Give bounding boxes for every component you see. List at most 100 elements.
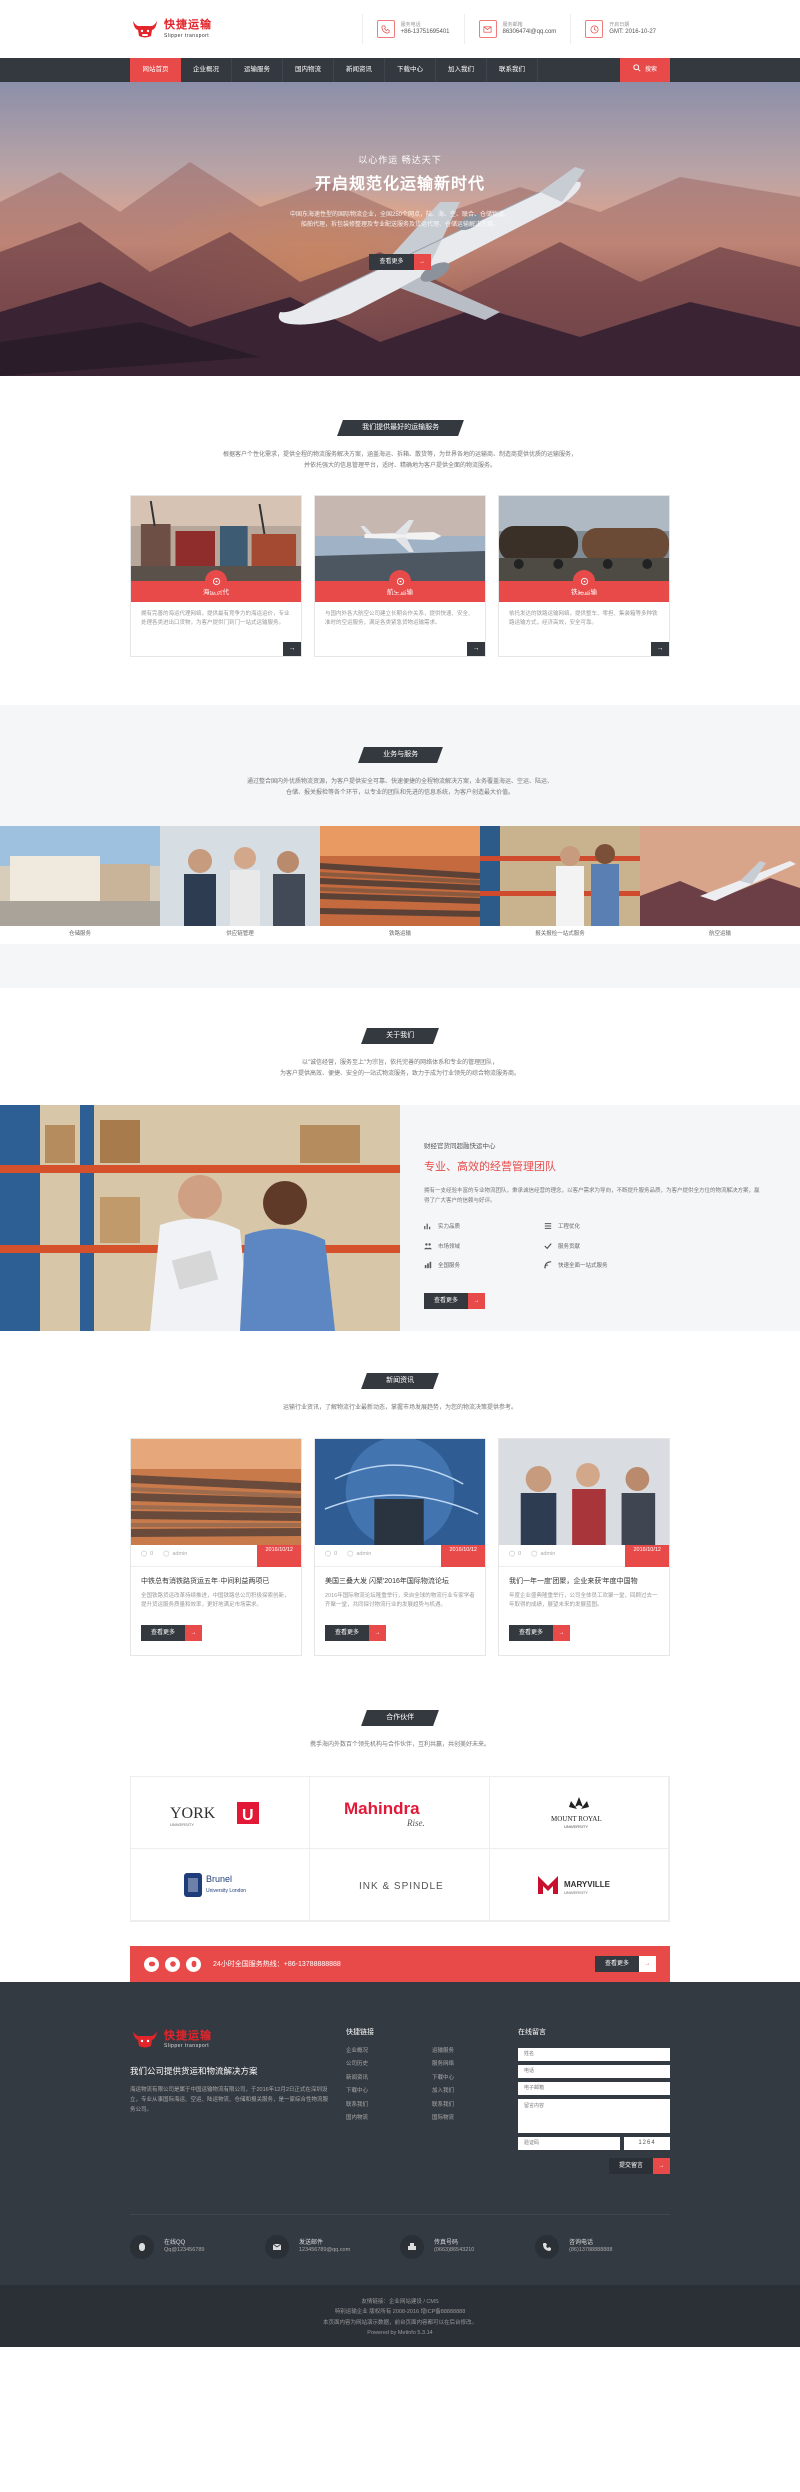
business-label: 铁路运输 bbox=[388, 931, 411, 938]
service-card-rail[interactable]: 铁路运输 依托发达的铁路运输网络，提供整车、零担、集装箱等多种铁路运输方式，经济… bbox=[498, 495, 670, 657]
arrow-right-icon[interactable]: → bbox=[467, 642, 485, 656]
news-more-button[interactable]: 查看更多 → bbox=[509, 1624, 571, 1641]
news-title[interactable]: 我们一年一度'团聚，企业来获'年度中国物 bbox=[499, 1567, 669, 1586]
arrow-right-icon: → bbox=[369, 1624, 387, 1641]
arrow-right-icon[interactable]: → bbox=[283, 642, 301, 656]
news-more-button[interactable]: 查看更多 → bbox=[141, 1624, 203, 1641]
footer-contact-mail[interactable]: 发送邮件 123456789@qq.com bbox=[265, 2234, 400, 2259]
nav-item-contact[interactable]: 联系我们 bbox=[487, 58, 538, 82]
comment-icon: ◯ bbox=[325, 1551, 332, 1558]
email-field[interactable]: 电子邮箱 bbox=[518, 2081, 670, 2095]
partner-logo-maryville[interactable]: MARYVILLE UNIVERSITY bbox=[489, 1849, 669, 1922]
business-item[interactable]: 报关报检一站式服务 bbox=[480, 826, 640, 944]
section-title: 我们提供最好的运输服务 bbox=[130, 420, 670, 436]
user-icon: ◯ bbox=[531, 1551, 538, 1558]
footer: 快捷运输 Slipper transport 我们公司提供货运和物流解决方案 海运… bbox=[0, 1982, 800, 2347]
hero-more-button[interactable]: 查看更多 → bbox=[369, 254, 431, 271]
captcha-field[interactable]: 验证码 bbox=[518, 2136, 620, 2150]
news-card[interactable]: ◯ 0 ◯ admin 2016/10/12 我们一年一度'团聚，企业来获'年度中国物 … bbox=[498, 1437, 670, 1656]
check-icon bbox=[544, 1242, 552, 1253]
partner-logo-brunel[interactable]: Brunel University London bbox=[131, 1849, 311, 1922]
footer-link[interactable]: 下载中心 bbox=[346, 2088, 420, 2095]
footer-link[interactable]: 运输服务 bbox=[432, 2048, 506, 2055]
hotline-more-button[interactable]: 查看更多 → bbox=[594, 1956, 656, 1973]
footer-contact-phone[interactable]: 咨询电话 (86)13788888888 bbox=[535, 2234, 670, 2259]
business-item[interactable]: 供应链管理 bbox=[160, 826, 320, 944]
partner-logo-mount-royal[interactable]: MOUNT ROYAL UNIVERSITY bbox=[489, 1777, 669, 1850]
about-section: 关于我们 以"诚信经营，服务至上"为宗旨，依托完善的网络体系和专业的管理团队， … bbox=[0, 988, 800, 1331]
footer-link[interactable]: 国内物流 bbox=[346, 2115, 420, 2122]
business-label: 航空运输 bbox=[708, 931, 731, 938]
business-item[interactable]: 仓储服务 bbox=[0, 826, 160, 944]
partner-logo-ink-spindle[interactable]: INK & SPINDLE bbox=[310, 1849, 490, 1922]
service-card-sea[interactable]: 海运货代 拥有完善的海运代理网络，提供最有竞争力的海运运价，专业处理各类进出口货… bbox=[130, 495, 302, 657]
phone-field[interactable]: 电话 bbox=[518, 2064, 670, 2078]
business-item[interactable]: 铁路运输 bbox=[320, 826, 480, 944]
message-field[interactable]: 留言内容 bbox=[518, 2098, 670, 2133]
weibo-icon[interactable] bbox=[165, 1956, 180, 1972]
svg-text:UNIVERSITY: UNIVERSITY bbox=[564, 1890, 588, 1895]
svg-text:U: U bbox=[242, 1807, 254, 1824]
footer-logo[interactable]: 快捷运输 Slipper transport bbox=[130, 2028, 330, 2050]
name-field[interactable]: 姓名 bbox=[518, 2047, 670, 2061]
nav-item-home[interactable]: 网站首页 bbox=[130, 58, 181, 82]
header-contacts: 服务电话 +86-13751695401 服务邮箱 86306474l@qq.com… bbox=[361, 14, 670, 44]
warehouse-image bbox=[0, 826, 160, 926]
news-card[interactable]: ◯ 0 ◯ admin 2016/10/12 中铁总有消铁路货运五年·中间利益两项已 全… bbox=[130, 1437, 302, 1656]
nav-item-downloads[interactable]: 下载中心 bbox=[385, 58, 436, 82]
feature-item: 快速全面一站式服务 bbox=[544, 1261, 664, 1272]
button-label: 查看更多 bbox=[369, 254, 414, 271]
wechat-icon[interactable] bbox=[144, 1956, 159, 1972]
news-more-button[interactable]: 查看更多 → bbox=[325, 1624, 387, 1641]
svg-text:UNIVERSITY: UNIVERSITY bbox=[564, 1824, 588, 1829]
contact-label: 开启日期 bbox=[609, 21, 630, 28]
section-title: 新闻资讯 bbox=[130, 1373, 670, 1389]
footer-contact-fax[interactable]: 传真号码 (0663)86543210 bbox=[400, 2234, 535, 2259]
footer-contact-qq[interactable]: 在线QQ Qq@123456789 bbox=[130, 2234, 265, 2259]
section-description: 携手海内外数百个领先机构与合作伙伴，互利共赢，共创美好未来。 bbox=[309, 1741, 490, 1748]
search-button[interactable]: 搜索 bbox=[620, 58, 670, 82]
fax-icon bbox=[400, 2234, 424, 2259]
captcha-image[interactable]: 1264 bbox=[624, 2136, 670, 2150]
friend-links[interactable]: 友情链接：企业网站建设 / CMS bbox=[0, 2297, 800, 2307]
hero-caption: 以心作运 畅达天下 开启规范化运输新时代 中国东海速性型的国际物流企业，全国25… bbox=[250, 154, 550, 271]
footer-link[interactable]: 联系我们 bbox=[346, 2102, 420, 2109]
header-contact-mail: 服务邮箱 86306474l@qq.com bbox=[463, 14, 571, 44]
brand-name-cn: 快捷运输 bbox=[164, 19, 212, 32]
footer-link[interactable]: 新闻资讯 bbox=[346, 2075, 420, 2082]
nav-item-services[interactable]: 运输服务 bbox=[232, 58, 283, 82]
partner-logo-york[interactable]: YORK U UNIVERSITY bbox=[131, 1777, 311, 1850]
footer-link[interactable]: 公司历史 bbox=[346, 2061, 420, 2068]
warehouse-team-image bbox=[0, 1105, 400, 1331]
bull-logo-icon bbox=[130, 2028, 160, 2050]
news-title[interactable]: 中铁总有消铁路货运五年·中间利益两项已 bbox=[131, 1567, 301, 1586]
contact-value: 86306474l@qq.com bbox=[502, 29, 557, 36]
service-card-air[interactable]: 航空运输 与国内外各大航空公司建立长期合作关系，提供快速、安全、准时的空运服务，… bbox=[314, 495, 486, 657]
svg-text:Mahindra: Mahindra bbox=[344, 1799, 420, 1818]
logo[interactable]: 快捷运输 Slipper transport bbox=[130, 18, 212, 40]
nav-item-profile[interactable]: 企业概况 bbox=[181, 58, 232, 82]
powered-by[interactable]: Powered by Metinfo 5.3.14 bbox=[0, 2328, 800, 2338]
business-section: 业务与服务 通过整合国内外优质物流资源，为客户提供安全可靠、快速便捷的全程物流解… bbox=[0, 705, 800, 988]
footer-link[interactable]: 服务网络 bbox=[432, 2061, 506, 2068]
about-more-button[interactable]: 查看更多 → bbox=[424, 1292, 486, 1309]
partner-logo-mahindra[interactable]: Mahindra Rise. bbox=[310, 1777, 490, 1850]
contact-value: +86-13751695401 bbox=[400, 29, 450, 36]
nav-item-domestic[interactable]: 国内物流 bbox=[283, 58, 334, 82]
footer-link[interactable]: 联系我们 bbox=[432, 2102, 506, 2109]
footer-link[interactable]: 国际物流 bbox=[432, 2115, 506, 2122]
team-image bbox=[160, 826, 320, 926]
news-title[interactable]: 美国三叠大发 闪聚'2016年国际物流论坛 bbox=[315, 1567, 485, 1586]
news-card[interactable]: ◯ 0 ◯ admin 2016/10/12 美国三叠大发 闪聚'2016年国际物流论坛… bbox=[314, 1437, 486, 1656]
arrow-right-icon[interactable]: → bbox=[651, 642, 669, 656]
footer-links: 快捷链接 企业概况 运输服务 公司历史 服务网络 新闻资讯 下载中心 下载中心 … bbox=[346, 2028, 506, 2173]
nav-item-join[interactable]: 加入我们 bbox=[436, 58, 487, 82]
nav-item-news[interactable]: 新闻资讯 bbox=[334, 58, 385, 82]
footer-link[interactable]: 企业概况 bbox=[346, 2048, 420, 2055]
business-item[interactable]: 航空运输 bbox=[640, 826, 800, 944]
qq-icon[interactable] bbox=[186, 1956, 201, 1972]
footer-link[interactable]: 加入我们 bbox=[432, 2088, 506, 2095]
footer-link[interactable]: 下载中心 bbox=[432, 2075, 506, 2082]
section-description: 以"诚信经营，服务至上"为宗旨，依托完善的网络体系和专业的管理团队， 为客户提供… bbox=[279, 1060, 520, 1077]
submit-button[interactable]: 提交留言 → bbox=[608, 2157, 670, 2174]
